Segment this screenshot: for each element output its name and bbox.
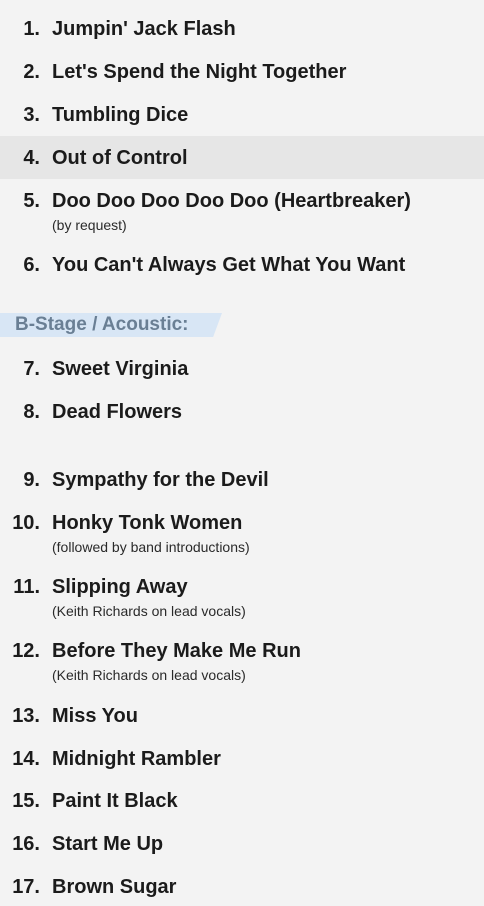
song-item[interactable]: 3. Tumbling Dice	[0, 103, 484, 129]
song-item[interactable]: 17. Brown Sugar	[0, 875, 484, 901]
song-item[interactable]: 2. Let's Spend the Night Together	[0, 60, 484, 86]
song-title: Paint It Black	[52, 790, 178, 812]
song-number: 3.	[23, 104, 40, 126]
song-title: Sweet Virginia	[52, 358, 189, 380]
song-number: 15.	[12, 790, 40, 812]
song-title: Tumbling Dice	[52, 104, 189, 126]
song-note: (Keith Richards on lead vocals)	[52, 603, 246, 619]
song-item[interactable]: 7. Sweet Virginia	[0, 357, 484, 383]
section-label: B-Stage / Acoustic:	[15, 314, 189, 335]
song-number: 6.	[23, 254, 40, 276]
song-item[interactable]: 1. Jumpin' Jack Flash	[0, 17, 484, 43]
song-title: Brown Sugar	[52, 876, 177, 898]
song-number: 11.	[13, 576, 40, 598]
song-item[interactable]: 10. Honky Tonk Women (followed by band i…	[0, 511, 484, 559]
song-note: (by request)	[52, 217, 127, 233]
song-item[interactable]: 15. Paint It Black	[0, 789, 484, 815]
song-item[interactable]: 16. Start Me Up	[0, 832, 484, 858]
song-item[interactable]: 12. Before They Make Me Run (Keith Richa…	[0, 639, 484, 687]
song-number: 2.	[23, 61, 40, 83]
song-note: (followed by band introductions)	[52, 539, 250, 555]
song-number: 4.	[23, 147, 40, 169]
song-item[interactable]: 13. Miss You	[0, 704, 484, 730]
song-title: You Can't Always Get What You Want	[52, 254, 406, 276]
song-item[interactable]: 8. Dead Flowers	[0, 400, 484, 426]
song-number: 1.	[23, 18, 40, 40]
song-title: Slipping Away	[52, 576, 188, 598]
song-item[interactable]: 14. Midnight Rambler	[0, 747, 484, 773]
song-number: 16.	[12, 833, 40, 855]
song-item-highlighted[interactable]: 4. Out of Control	[0, 136, 484, 179]
song-title: Let's Spend the Night Together	[52, 61, 347, 83]
song-title: Jumpin' Jack Flash	[52, 18, 236, 40]
song-title: Start Me Up	[52, 833, 164, 855]
song-item[interactable]: 11. Slipping Away (Keith Richards on lea…	[0, 575, 484, 623]
song-title: Midnight Rambler	[52, 748, 221, 770]
song-title: Before They Make Me Run	[52, 640, 301, 662]
song-title: Out of Control	[52, 147, 188, 169]
song-number: 13.	[12, 705, 40, 727]
song-item[interactable]: 5. Doo Doo Doo Doo Doo (Heartbreaker) (b…	[0, 189, 484, 237]
song-number: 8.	[23, 401, 40, 423]
song-number: 14.	[12, 748, 40, 770]
song-number: 9.	[23, 469, 40, 491]
song-number: 12.	[12, 640, 40, 662]
song-number: 10.	[12, 512, 40, 534]
song-note: (Keith Richards on lead vocals)	[52, 667, 246, 683]
song-number: 7.	[23, 358, 40, 380]
song-number: 17.	[12, 876, 40, 898]
setlist: 1. Jumpin' Jack Flash 2. Let's Spend the…	[0, 0, 484, 906]
song-title: Sympathy for the Devil	[52, 469, 269, 491]
song-number: 5.	[23, 190, 40, 212]
section-header-b-stage: B-Stage / Acoustic:	[0, 313, 222, 337]
song-item[interactable]: 9. Sympathy for the Devil	[0, 468, 484, 494]
song-title: Doo Doo Doo Doo Doo (Heartbreaker)	[52, 190, 411, 212]
song-title: Dead Flowers	[52, 401, 183, 423]
song-title: Honky Tonk Women	[52, 512, 243, 534]
song-item[interactable]: 6. You Can't Always Get What You Want	[0, 253, 484, 279]
song-title: Miss You	[52, 705, 138, 727]
